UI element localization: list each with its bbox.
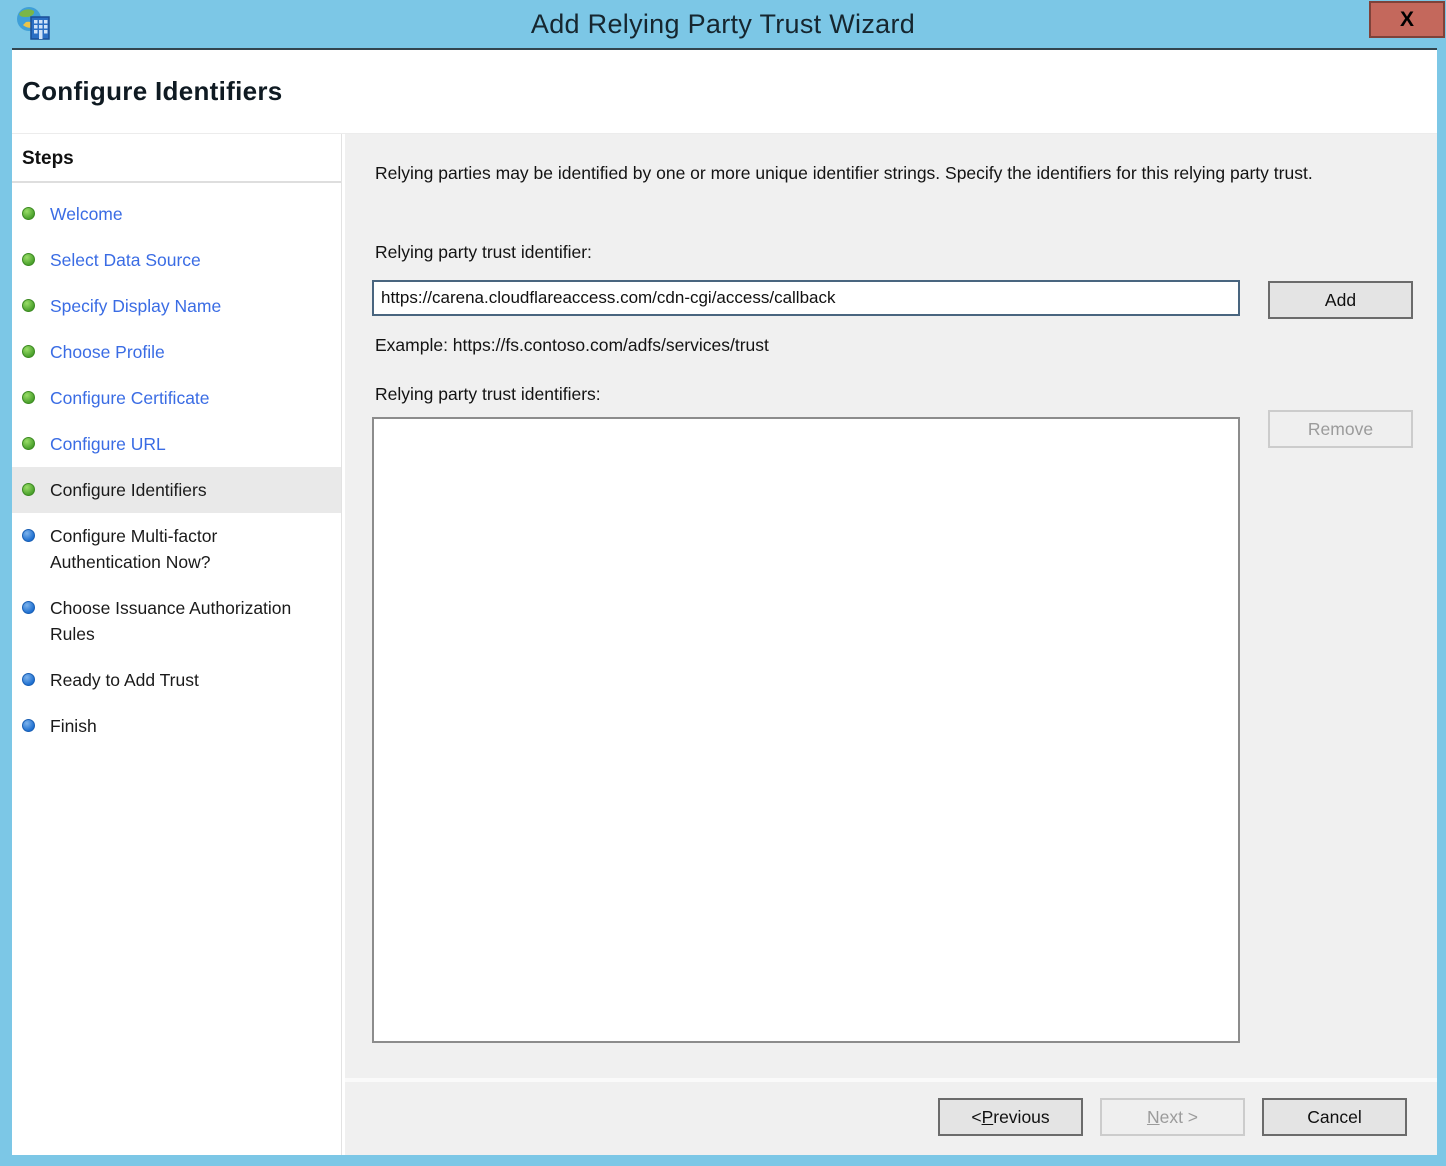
- relying-party-identifier-input[interactable]: [372, 280, 1240, 316]
- titlebar: Add Relying Party Trust Wizard X: [0, 0, 1446, 50]
- sidebar-item-choose-issuance-authorization-rules: Choose Issuance Authorization Rules: [12, 585, 341, 657]
- previous-button[interactable]: < Previous: [938, 1098, 1083, 1136]
- sidebar-item-label: Select Data Source: [50, 247, 201, 273]
- content-panel: Relying parties may be identified by one…: [345, 134, 1437, 1155]
- sidebar-item-configure-multi-factor-authentication-now: Configure Multi-factor Authentication No…: [12, 513, 341, 585]
- footer-bar: < Previous Next > Cancel: [345, 1078, 1437, 1155]
- sidebar-item-label: Configure URL: [50, 431, 166, 457]
- sidebar-item-label: Finish: [50, 713, 97, 739]
- window-border-left: [0, 48, 12, 1166]
- steps-heading: Steps: [12, 134, 341, 183]
- steps-sidebar: Steps Welcome Select Data Source Specify…: [12, 134, 342, 1155]
- cancel-button[interactable]: Cancel: [1262, 1098, 1407, 1136]
- previous-label-prefix: <: [971, 1107, 981, 1128]
- step-status-icon: [22, 719, 35, 732]
- step-status-icon: [22, 601, 35, 614]
- sidebar-item-finish: Finish: [12, 703, 341, 749]
- sidebar-item-label: Configure Identifiers: [50, 477, 207, 503]
- sidebar-item-specify-display-name[interactable]: Specify Display Name: [12, 283, 341, 329]
- wizard-window: Add Relying Party Trust Wizard X Configu…: [0, 0, 1446, 1166]
- next-label-rest: ext >: [1160, 1107, 1198, 1128]
- previous-label-mnemonic: P: [982, 1107, 994, 1128]
- close-button[interactable]: X: [1369, 1, 1445, 38]
- window-title: Add Relying Party Trust Wizard: [531, 9, 915, 40]
- identifier-field-label: Relying party trust identifier:: [375, 242, 592, 263]
- identifiers-list-label: Relying party trust identifiers:: [375, 384, 601, 405]
- window-border-bottom: [0, 1155, 1446, 1166]
- step-status-icon: [22, 529, 35, 542]
- sidebar-item-label: Configure Certificate: [50, 385, 210, 411]
- step-status-icon: [22, 391, 35, 404]
- page-header: Configure Identifiers: [12, 50, 1437, 134]
- sidebar-item-label: Ready to Add Trust: [50, 667, 199, 693]
- example-text: Example: https://fs.contoso.com/adfs/ser…: [375, 335, 769, 356]
- sidebar-item-label: Specify Display Name: [50, 293, 221, 319]
- step-status-icon: [22, 207, 35, 220]
- sidebar-item-choose-profile[interactable]: Choose Profile: [12, 329, 341, 375]
- step-status-icon: [22, 483, 35, 496]
- previous-label-rest: revious: [993, 1107, 1049, 1128]
- page-title: Configure Identifiers: [12, 76, 283, 107]
- next-button[interactable]: Next >: [1100, 1098, 1245, 1136]
- step-status-icon: [22, 673, 35, 686]
- sidebar-item-select-data-source[interactable]: Select Data Source: [12, 237, 341, 283]
- sidebar-item-configure-certificate[interactable]: Configure Certificate: [12, 375, 341, 421]
- sidebar-item-welcome[interactable]: Welcome: [12, 191, 341, 237]
- step-status-icon: [22, 299, 35, 312]
- window-border-right: [1437, 48, 1446, 1166]
- sidebar-item-label: Choose Profile: [50, 339, 165, 365]
- sidebar-item-label: Configure Multi-factor Authentication No…: [50, 523, 325, 575]
- identifiers-listbox[interactable]: [372, 417, 1240, 1043]
- steps-list: Welcome Select Data Source Specify Displ…: [12, 183, 341, 749]
- sidebar-item-ready-to-add-trust: Ready to Add Trust: [12, 657, 341, 703]
- add-button[interactable]: Add: [1268, 281, 1413, 319]
- sidebar-item-configure-url[interactable]: Configure URL: [12, 421, 341, 467]
- sidebar-item-label: Choose Issuance Authorization Rules: [50, 595, 325, 647]
- sidebar-item-label: Welcome: [50, 201, 123, 227]
- step-status-icon: [22, 345, 35, 358]
- adfs-wizard-icon: [14, 5, 54, 45]
- description-text: Relying parties may be identified by one…: [375, 160, 1405, 187]
- next-label-mnemonic: N: [1147, 1107, 1160, 1128]
- sidebar-item-configure-identifiers: Configure Identifiers: [12, 467, 341, 513]
- step-status-icon: [22, 437, 35, 450]
- remove-button[interactable]: Remove: [1268, 410, 1413, 448]
- step-status-icon: [22, 253, 35, 266]
